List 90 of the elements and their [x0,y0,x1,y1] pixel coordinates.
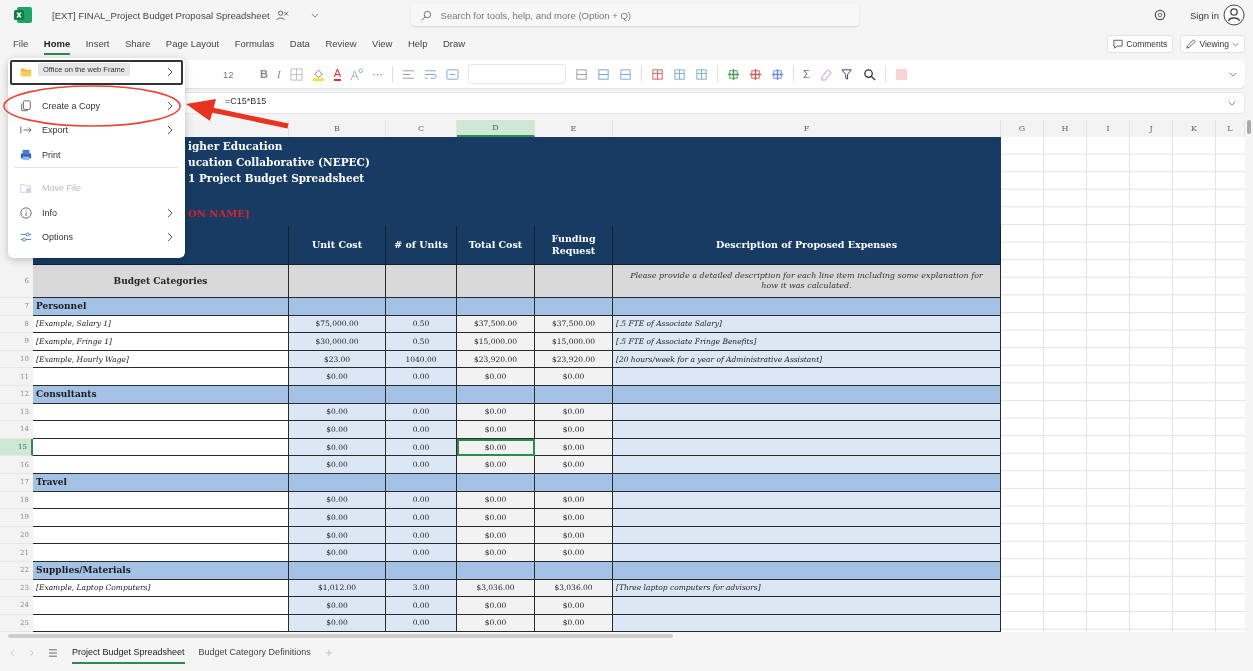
copy-icon [20,99,32,112]
column-heading: Total Cost [457,226,535,265]
sheet-title-line: 1 Project Budget Spreadsheet [188,170,365,186]
filter-icon[interactable] [840,67,854,81]
scrollbar-thumb[interactable] [8,634,673,639]
merge-cells-icon[interactable] [445,67,459,81]
formula-text[interactable]: =C15*B15 [225,96,267,106]
eraser-icon[interactable] [818,67,832,81]
table-cell [386,265,457,298]
menu-item[interactable]: Create a Copy [10,93,183,118]
borders-icon[interactable] [289,67,303,81]
ribbon-tab[interactable]: Formulas [234,33,275,55]
chevron-down-icon[interactable] [1228,100,1236,106]
format-tool-icon[interactable] [574,67,588,81]
comments-button[interactable]: Comments [1107,35,1174,53]
table-cell: Personnel [33,298,289,316]
menu-icon[interactable] [48,649,58,658]
ribbon-tab[interactable]: Home [43,33,71,55]
ribbon-tab[interactable]: View [372,33,393,55]
printer-icon [20,148,32,161]
info-icon [20,206,32,219]
chevron-right-icon [167,207,173,218]
chevron-right-icon [167,232,173,243]
table-cell [386,298,457,316]
viewing-button[interactable]: Viewing [1180,35,1245,53]
table-format-icon[interactable] [672,67,686,81]
column-heading: Funding Request [535,226,613,265]
comment-icon [1113,39,1124,49]
autosum-button[interactable]: Σ [802,68,810,80]
insert-cells-icon[interactable] [726,67,740,81]
column-header[interactable]: D [457,120,535,137]
chevron-down-icon[interactable] [1229,71,1237,77]
ribbon-tab[interactable]: Draw [443,33,466,55]
people-icon[interactable] [275,9,289,21]
sliders-icon [20,231,32,244]
format-tool-icon[interactable] [618,67,632,81]
search-icon [420,9,432,21]
insert-cells-icon[interactable] [748,67,762,81]
search-icon[interactable] [862,67,876,81]
add-icon[interactable] [324,649,333,658]
bold-button[interactable]: B [260,68,268,80]
table-format-icon[interactable] [694,67,708,81]
align-icon[interactable] [401,67,415,81]
chevron-down-icon[interactable] [310,12,319,18]
ribbon-tab[interactable]: Help [407,33,428,55]
document-title[interactable]: [EXT] FINAL_Project Budget Proposal Spreadsheet [52,9,270,21]
folder-icon [20,66,32,79]
user-avatar-icon[interactable] [1223,4,1245,26]
menu-item[interactable]: Print [10,142,183,167]
move-file-icon [20,182,32,195]
format-tool-icon[interactable] [596,67,610,81]
column-heading: Unit Cost [289,226,386,265]
sheet-tab[interactable]: Project Budget Spreadsheet [72,642,185,665]
ribbon-tab[interactable]: File [13,33,29,55]
font-size-dropdown[interactable]: 12 [223,68,251,80]
ribbon-tab[interactable]: Insert [85,33,110,55]
ribbon-tab[interactable]: Data [289,33,310,55]
sign-in-link[interactable]: Sign in [1189,9,1219,21]
scrollbar-thumb[interactable] [1247,120,1251,134]
menu-item[interactable]: Info [10,200,183,225]
chevron-right-icon [167,100,173,111]
pen-icon [1186,39,1197,49]
more-options-button[interactable]: ··· [371,68,383,80]
sheet-tab[interactable]: Budget Category Definitions [198,642,311,665]
column-heading: Description of Proposed Expenses [613,226,1001,265]
superscript-icon[interactable] [349,67,363,81]
insert-cells-icon[interactable] [770,67,784,81]
menu-item[interactable]: Export [10,118,183,143]
ribbon-tab[interactable]: Page Layout [165,33,220,55]
chevron-down-icon [1232,41,1239,47]
chevron-right-icon [167,67,173,78]
ribbon-tab[interactable]: Review [325,33,357,55]
table-cell: Please provide a detailed description for each line item including some explanation for how it was calculated. [613,265,1001,298]
chevron-right-icon [167,125,173,136]
spreadsheet-app-icon[interactable] [14,7,32,23]
column-heading: # of Units [386,226,457,265]
menu-item[interactable]: Options [10,225,183,250]
font-color-button[interactable]: A [333,67,341,81]
sheet-title-line: ucation Collaborative (NEPEC) [188,154,370,170]
fill-color-icon[interactable] [311,67,325,81]
chevron-left-icon[interactable] [10,649,15,658]
organization-name: ON NAME] [188,208,250,220]
table-format-icon[interactable] [650,67,664,81]
italic-button[interactable]: I [276,68,281,80]
chevron-right-icon[interactable] [29,649,34,658]
ribbon-tab[interactable]: Share [125,33,151,55]
wrap-text-icon[interactable] [423,67,437,81]
table-cell: Budget Categories [33,265,289,298]
search-field[interactable]: Search for tools, help, and more (Option + Q) [410,4,859,26]
sheet-title-line: igher Education [188,139,283,154]
